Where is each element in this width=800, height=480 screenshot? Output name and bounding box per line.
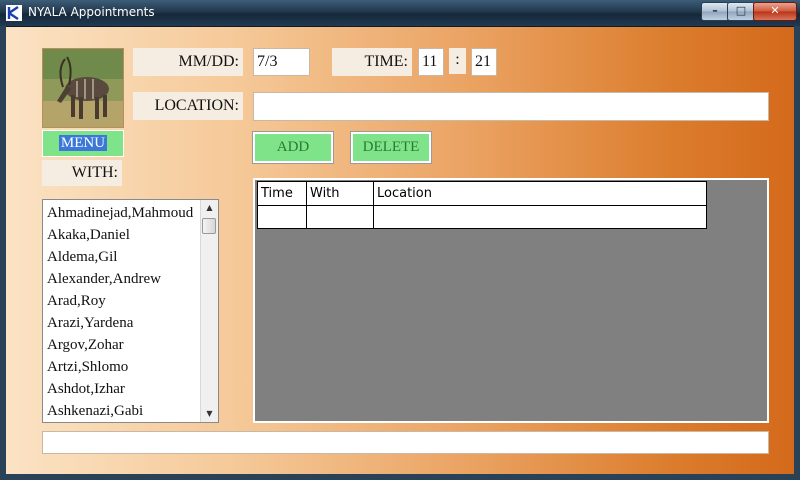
title-bar[interactable]: NYALA Appointments – □ ✕	[0, 0, 800, 27]
time-label: TIME:	[332, 48, 412, 76]
list-item[interactable]: Alexander,Andrew	[47, 268, 202, 290]
list-item[interactable]: Akaka,Daniel	[47, 224, 202, 246]
column-header-with[interactable]: With	[306, 181, 374, 206]
list-item[interactable]: Argov,Zohar	[47, 334, 202, 356]
column-header-time[interactable]: Time	[257, 181, 307, 206]
minute-field[interactable]: 21	[471, 48, 497, 76]
menu-button[interactable]: MENU	[42, 130, 124, 157]
with-label: WITH:	[42, 160, 122, 186]
delete-button[interactable]: DELETE	[350, 131, 432, 164]
minimize-icon: –	[712, 4, 718, 17]
list-item[interactable]: Arad,Roy	[47, 290, 202, 312]
date-field[interactable]: 7/3	[253, 48, 310, 76]
scroll-down-icon[interactable]: ▼	[201, 406, 218, 422]
list-item[interactable]: Ashdot,Izhar	[47, 378, 202, 400]
list-scrollbar[interactable]: ▲ ▼	[200, 200, 218, 422]
appointments-grid[interactable]: Time With Location	[253, 178, 769, 423]
close-button[interactable]: ✕	[753, 2, 797, 21]
status-field	[42, 431, 769, 454]
table-cell[interactable]	[257, 205, 307, 229]
nyala-photo	[42, 48, 124, 128]
date-label: MM/DD:	[133, 48, 243, 76]
window-frame-bottom	[0, 474, 800, 480]
list-item[interactable]: Artzi,Shlomo	[47, 356, 202, 378]
app-window: NYALA Appointments – □ ✕ MENU MM/DD: 7/3…	[0, 0, 800, 480]
nyala-antelope-photo	[43, 49, 123, 127]
maximize-button[interactable]: □	[727, 2, 755, 21]
appointments-table: Time With Location	[257, 181, 707, 229]
list-item[interactable]: Arazi,Yardena	[47, 312, 202, 334]
close-icon: ✕	[770, 4, 780, 17]
column-header-location[interactable]: Location	[373, 181, 707, 206]
minimize-button[interactable]: –	[701, 2, 729, 21]
contacts-list[interactable]: Ahmadinejad,Mahmoud Akaka,Daniel Aldema,…	[42, 199, 219, 423]
add-button[interactable]: ADD	[252, 131, 334, 164]
location-field[interactable]	[253, 92, 769, 121]
table-cell[interactable]	[306, 205, 374, 229]
table-row[interactable]	[257, 205, 707, 229]
maximize-icon: □	[735, 4, 747, 17]
list-item[interactable]: Ashkenazi,Gabi	[47, 400, 202, 422]
window-title: NYALA Appointments	[28, 5, 155, 19]
app-logo-icon	[6, 5, 22, 21]
menu-label: MENU	[58, 135, 108, 151]
scroll-up-icon[interactable]: ▲	[201, 200, 218, 216]
time-separator: :	[449, 48, 466, 74]
hour-field[interactable]: 11	[418, 48, 444, 76]
scroll-thumb[interactable]	[202, 218, 216, 234]
list-item[interactable]: Ahmadinejad,Mahmoud	[47, 202, 202, 224]
table-cell[interactable]	[373, 205, 707, 229]
window-frame-right	[794, 26, 800, 480]
list-item[interactable]: Aldema,Gil	[47, 246, 202, 268]
table-header-row: Time With Location	[257, 181, 707, 206]
location-label: LOCATION:	[133, 92, 243, 120]
